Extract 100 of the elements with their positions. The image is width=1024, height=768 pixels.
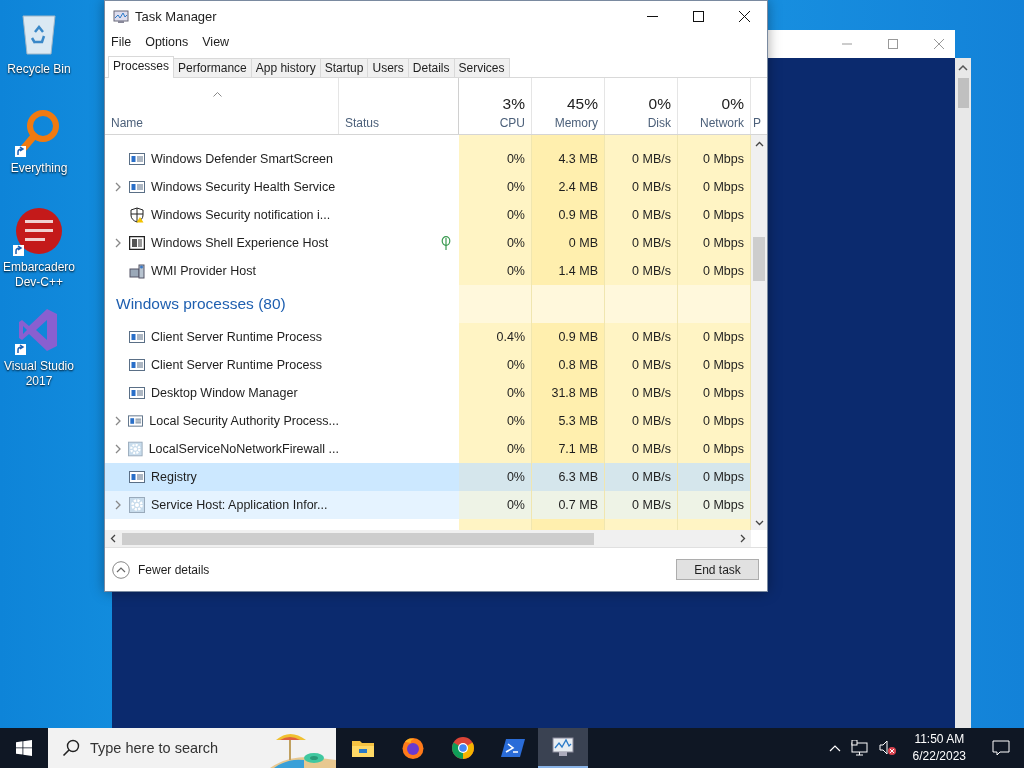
clock-date[interactable]: 6/22/2023 [912, 748, 966, 765]
app-window-icon [129, 152, 145, 166]
monitor-chart-icon[interactable] [551, 736, 575, 758]
process-name: Windows Shell Experience Host [151, 236, 329, 250]
expand-chevron-icon[interactable] [114, 444, 121, 454]
process-row[interactable]: Desktop Window Manager 0% 31.8 MB 0 MB/s 0 Mbps [105, 379, 751, 407]
window-title: Task Manager [135, 9, 217, 24]
process-name: Client Server Runtime Process [151, 330, 322, 344]
shortcut-arrow-icon [13, 245, 24, 256]
tab[interactable]: App history [250, 58, 321, 77]
column-header[interactable]: P [753, 116, 765, 130]
table-cell: 0.4% [459, 323, 532, 351]
end-task-button[interactable]: End task [676, 559, 759, 580]
process-row[interactable]: LocalServiceNoNetworkFirewall ... 0% 7.1 MB 0 MB/s 0 Mbps [105, 435, 751, 463]
table-cell: 4.3 MB [532, 145, 605, 173]
tab[interactable]: Services [453, 58, 510, 77]
table-cell: 0 MB/s [605, 173, 678, 201]
scroll-up-icon[interactable] [958, 64, 968, 72]
process-row[interactable]: Registry 0% 6.3 MB 0 MB/s 0 Mbps [105, 463, 751, 491]
process-name: Client Server Runtime Process [151, 358, 322, 372]
tab[interactable]: Details [407, 58, 455, 77]
active-taskbar-app[interactable] [538, 728, 588, 768]
process-row[interactable]: Service Host: Application Infor... 0% 0.7 MB 0 MB/s 0 Mbps [105, 491, 751, 519]
table-cell: 0% [459, 257, 532, 285]
vertical-scrollbar[interactable] [751, 135, 767, 530]
process-row[interactable]: WMI Provider Host 0% 1.4 MB 0 MB/s 0 Mbps [105, 257, 751, 285]
scroll-thumb[interactable] [957, 78, 969, 108]
process-row[interactable]: Windows Security notification i... 0% 0.9 MB 0 MB/s 0 Mbps [105, 201, 751, 229]
scroll-right-icon[interactable] [740, 534, 746, 543]
column-header[interactable]: CPU [499, 116, 525, 130]
terminal-icon[interactable] [501, 738, 525, 758]
desktop-icon-label[interactable]: Everything [1, 161, 77, 176]
table-cell: 5.3 MB [532, 407, 605, 435]
start-icon[interactable] [16, 740, 32, 756]
close-icon[interactable] [739, 11, 750, 22]
process-row[interactable]: Local Security Authority Process... 0% 5.3 MB 0 MB/s 0 Mbps [105, 407, 751, 435]
firefox-icon[interactable] [401, 736, 425, 760]
folder-icon[interactable] [351, 738, 375, 758]
table-cell: 0% [459, 173, 532, 201]
menu-item[interactable]: View [202, 35, 230, 49]
expand-chevron-icon[interactable] [115, 182, 121, 192]
column-total: 0% [721, 95, 744, 113]
desktop-icon-label[interactable]: Visual Studio 2017 [1, 359, 77, 389]
scroll-thumb[interactable] [122, 532, 594, 545]
tab[interactable]: Users [367, 58, 409, 77]
group-heading[interactable]: Windows processes (80) [105, 285, 459, 323]
scroll-up-icon[interactable] [754, 141, 764, 147]
desktop-icon-label[interactable]: Recycle Bin [1, 62, 77, 77]
column-header[interactable]: Network [700, 116, 744, 130]
column-header[interactable]: Name [111, 116, 332, 130]
menu-item[interactable]: Options [145, 35, 189, 49]
table-cell: 0 Mbps [678, 257, 751, 285]
column-header[interactable]: Memory [554, 116, 598, 130]
table-cell: 0 MB/s [605, 379, 678, 407]
table-cell: 0 MB/s [605, 491, 678, 519]
table-cell: 0% [459, 407, 532, 435]
gear-icon [128, 441, 143, 457]
sort-caret-icon[interactable] [213, 92, 222, 97]
app-window-icon [129, 330, 145, 344]
horizontal-scrollbar[interactable] [105, 530, 751, 547]
table-cell: 6.3 MB [532, 463, 605, 491]
expand-chevron-icon[interactable] [114, 416, 121, 426]
menu-item[interactable]: File [111, 35, 132, 49]
process-name: LocalServiceNoNetworkFirewall ... [148, 442, 339, 456]
process-row[interactable]: Client Server Runtime Process 0.4% 0.9 MB 0 MB/s 0 Mbps [105, 323, 751, 351]
network-icon[interactable] [850, 740, 869, 756]
table-cell: 7.1 MB [532, 435, 605, 463]
scroll-left-icon[interactable] [110, 534, 116, 543]
shield-warning-icon [129, 207, 145, 223]
process-row[interactable]: Windows Shell Experience Host 0% 0 MB 0 MB/s 0 Mbps [105, 229, 751, 257]
tab[interactable]: Performance [173, 58, 252, 77]
clock-time[interactable]: 11:50 AM [914, 731, 965, 748]
tab[interactable]: Processes [108, 56, 175, 78]
table-cell: 0 Mbps [678, 351, 751, 379]
chrome-icon[interactable] [451, 736, 475, 760]
table-cell: 0 Mbps [678, 145, 751, 173]
volume-icon[interactable] [878, 740, 897, 756]
process-row[interactable]: Windows Defender SmartScreen 0% 4.3 MB 0 MB/s 0 Mbps [105, 145, 751, 173]
scroll-thumb[interactable] [753, 237, 765, 281]
shortcut-arrow-icon [15, 344, 26, 355]
table-cell: 0 MB/s [605, 435, 678, 463]
scroll-down-icon[interactable] [754, 520, 764, 526]
process-name: Service Host: Application Infor... [151, 498, 328, 512]
fewer-details-link[interactable]: Fewer details [112, 560, 210, 579]
notifications-icon[interactable] [992, 740, 1010, 756]
chevron-up-icon[interactable] [828, 744, 841, 752]
expand-chevron-icon[interactable] [115, 500, 121, 510]
process-row[interactable]: Client Server Runtime Process 0% 0.8 MB 0 MB/s 0 Mbps [105, 351, 751, 379]
app-window-icon [129, 180, 145, 194]
desktop-icon-label[interactable]: Embarcadero Dev-C++ [1, 260, 77, 290]
column-header[interactable]: Status [345, 116, 452, 130]
process-name: Windows Security Health Service [151, 180, 336, 194]
column-header[interactable]: Disk [647, 116, 671, 130]
expand-chevron-icon[interactable] [115, 238, 121, 248]
search-box[interactable]: Type here to search [48, 728, 336, 768]
column-total: 3% [502, 95, 525, 113]
maximize-icon[interactable] [693, 11, 704, 22]
scrollbar[interactable] [955, 58, 971, 728]
process-row[interactable]: Windows Security Health Service 0% 2.4 MB 0 MB/s 0 Mbps [105, 173, 751, 201]
tab[interactable]: Startup [319, 58, 369, 77]
